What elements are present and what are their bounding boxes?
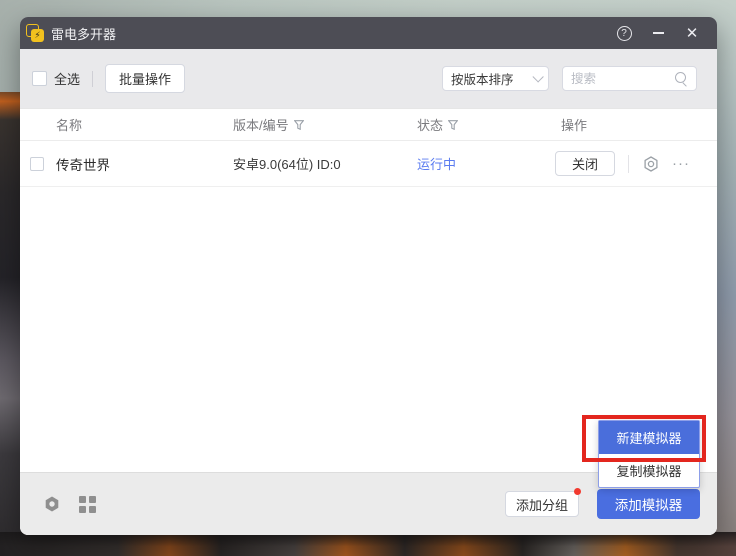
menu-item-new-emulator[interactable]: 新建模拟器 bbox=[599, 421, 699, 454]
search-icon bbox=[675, 72, 688, 85]
add-emulator-context-menu: 新建模拟器 复制模拟器 bbox=[598, 420, 700, 488]
emulator-name: 传奇世界 bbox=[56, 154, 233, 174]
add-emulator-button[interactable]: 添加模拟器 bbox=[597, 489, 700, 519]
row-checkbox[interactable] bbox=[30, 157, 44, 171]
add-group-button[interactable]: 添加分组 bbox=[505, 491, 579, 517]
ops-divider bbox=[628, 155, 629, 173]
toolbar: 全选 批量操作 按版本排序 bbox=[20, 49, 717, 108]
chevron-down-icon bbox=[532, 71, 543, 82]
desktop-wallpaper-rocks-bottom bbox=[0, 532, 736, 556]
header-status: 状态 bbox=[417, 115, 555, 134]
help-icon: ? bbox=[617, 26, 632, 41]
settings-gear-icon[interactable] bbox=[642, 155, 660, 173]
batch-operations-button[interactable]: 批量操作 bbox=[105, 64, 185, 93]
menu-item-copy-emulator[interactable]: 复制模拟器 bbox=[599, 454, 699, 487]
emulator-version: 安卓9.0(64位) ID:0 bbox=[233, 154, 417, 173]
more-options-icon[interactable]: ··· bbox=[672, 159, 690, 169]
minimize-icon bbox=[653, 32, 664, 34]
close-button[interactable]: ✕ bbox=[679, 20, 705, 46]
header-version: 版本/编号 bbox=[233, 115, 417, 134]
emulator-row[interactable]: 传奇世界 安卓9.0(64位) ID:0 运行中 关闭 ··· bbox=[20, 141, 717, 187]
close-icon: ✕ bbox=[686, 26, 699, 41]
title-bar: ⚡ 雷电多开器 ? ✕ bbox=[20, 17, 717, 49]
close-emulator-button[interactable]: 关闭 bbox=[555, 151, 615, 176]
table-header: 名称 版本/编号 状态 操作 bbox=[20, 108, 717, 141]
notification-dot bbox=[574, 488, 581, 495]
search-box bbox=[562, 66, 697, 91]
app-logo-icon: ⚡ bbox=[28, 26, 43, 41]
ldplayer-multi-instance-window: ⚡ 雷电多开器 ? ✕ 全选 批量操作 按版本排序 名称 bbox=[20, 17, 717, 535]
window-title: 雷电多开器 bbox=[51, 24, 116, 43]
select-all-checkbox[interactable] bbox=[32, 71, 47, 86]
sort-dropdown-value: 按版本排序 bbox=[451, 69, 532, 88]
row-operations: 关闭 ··· bbox=[555, 151, 717, 176]
global-settings-gear-icon[interactable] bbox=[43, 495, 61, 513]
header-operation: 操作 bbox=[555, 115, 717, 134]
emulator-status: 运行中 bbox=[417, 154, 555, 173]
layout-grid-icon[interactable] bbox=[79, 496, 96, 513]
filter-icon[interactable] bbox=[294, 120, 304, 130]
toolbar-divider bbox=[92, 71, 93, 87]
sort-dropdown[interactable]: 按版本排序 bbox=[442, 66, 549, 91]
search-input[interactable] bbox=[571, 72, 675, 86]
minimize-button[interactable] bbox=[645, 20, 671, 46]
filter-icon[interactable] bbox=[448, 120, 458, 130]
help-button[interactable]: ? bbox=[611, 20, 637, 46]
header-name: 名称 bbox=[56, 115, 233, 134]
select-all-label: 全选 bbox=[54, 69, 80, 88]
